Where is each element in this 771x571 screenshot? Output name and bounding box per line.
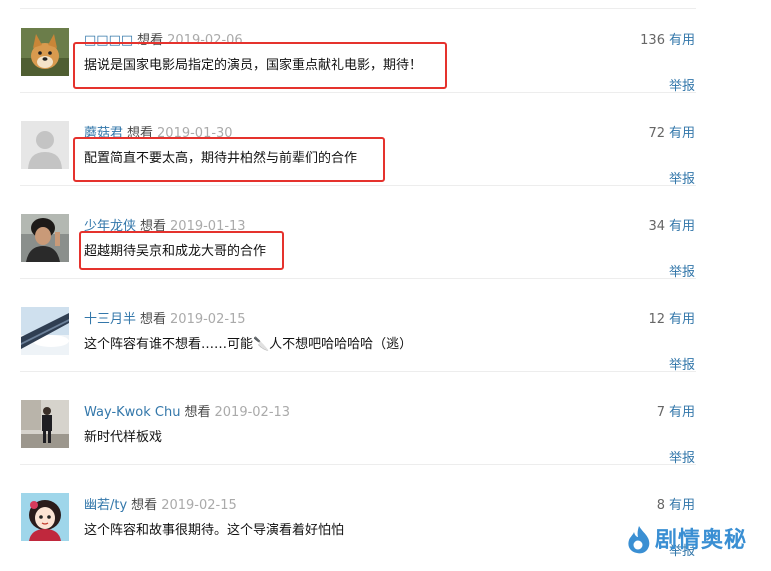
comment-date: 2019-02-15: [161, 498, 237, 513]
vote-count: 34: [648, 219, 665, 234]
avatar[interactable]: [21, 28, 69, 76]
useful-button[interactable]: 有用: [669, 498, 695, 513]
avatar-airplane-wing-image: [21, 307, 69, 355]
comment-meta: Way-Kwok Chu 想看 2019-02-13: [84, 404, 290, 422]
comment-meta: 十三月半 想看 2019-02-15: [84, 311, 246, 329]
rating-status: 想看: [140, 312, 167, 327]
vote-count: 7: [656, 405, 665, 420]
comment-text: 这个阵容和故事很期待。这个导演看着好怕怕: [84, 523, 345, 538]
comment-item: 少年龙侠 想看 2019-01-13 超越期待吴京和成龙大哥的合作 34 有用 举报: [0, 186, 771, 280]
vote-count: 8: [656, 498, 665, 513]
username-link[interactable]: 十三月半: [84, 312, 136, 327]
vote-count: 136: [640, 33, 665, 48]
vote-count: 12: [648, 312, 665, 327]
avatar-anime-girl-image: [21, 493, 69, 541]
avatar[interactable]: [21, 121, 69, 169]
useful-button[interactable]: 有用: [669, 219, 695, 234]
rating-status: 想看: [184, 405, 211, 420]
vote-area: 7 有用: [657, 404, 695, 422]
useful-button[interactable]: 有用: [669, 33, 695, 48]
comment-text: 新时代样板戏: [84, 430, 163, 445]
avatar-walking-man-image: [21, 400, 69, 448]
vote-area: 12 有用: [648, 311, 695, 329]
comment-item: 蘑菇君 想看 2019-01-30 配置简直不要太高，期待井柏然与前辈们的合作 72…: [0, 93, 771, 187]
default-avatar-image: [21, 121, 69, 169]
comment-date: 2019-02-15: [170, 312, 246, 327]
comment-date: 2019-02-13: [214, 405, 291, 420]
rating-status: 想看: [131, 498, 158, 513]
comment-item: 十三月半 想看 2019-02-15 这个阵容有谁不想看……可能🔪人不想吧哈哈哈哈（…: [0, 279, 771, 373]
highlight-box: [73, 137, 385, 182]
flame-logo-icon: [628, 526, 650, 554]
vote-count: 72: [648, 126, 665, 141]
vote-area: 136 有用: [640, 32, 695, 50]
highlight-box: [73, 42, 447, 89]
avatar[interactable]: [21, 493, 69, 541]
useful-button[interactable]: 有用: [669, 405, 695, 420]
watermark-text: 剧情奥秘: [655, 528, 748, 553]
comment-text: 这个阵容有谁不想看……可能🔪人不想吧哈哈哈哈（逃）: [84, 337, 413, 352]
comment-meta: 幽若/ty 想看 2019-02-15: [84, 497, 237, 515]
avatar-person-image: [21, 214, 69, 262]
useful-button[interactable]: 有用: [669, 126, 695, 141]
avatar[interactable]: [21, 307, 69, 355]
useful-button[interactable]: 有用: [669, 312, 695, 327]
username-link[interactable]: Way-Kwok Chu: [84, 405, 180, 420]
comment-item: Way-Kwok Chu 想看 2019-02-13 新时代样板戏 7 有用 举报: [0, 372, 771, 466]
comment-item: □□□□ 想看 2019-02-06 据说是国家电影局指定的演员，国家重点献礼电影，…: [0, 0, 771, 94]
highlight-box: [79, 231, 284, 270]
avatar[interactable]: [21, 400, 69, 448]
vote-area: 8 有用: [657, 497, 695, 515]
avatar-dog-image: [21, 28, 69, 76]
avatar[interactable]: [21, 214, 69, 262]
vote-area: 72 有用: [648, 125, 695, 143]
comment-list: □□□□ 想看 2019-02-06 据说是国家电影局指定的演员，国家重点献礼电影，…: [0, 0, 771, 571]
username-link[interactable]: 幽若/ty: [84, 498, 127, 513]
vote-area: 34 有用: [648, 218, 695, 236]
